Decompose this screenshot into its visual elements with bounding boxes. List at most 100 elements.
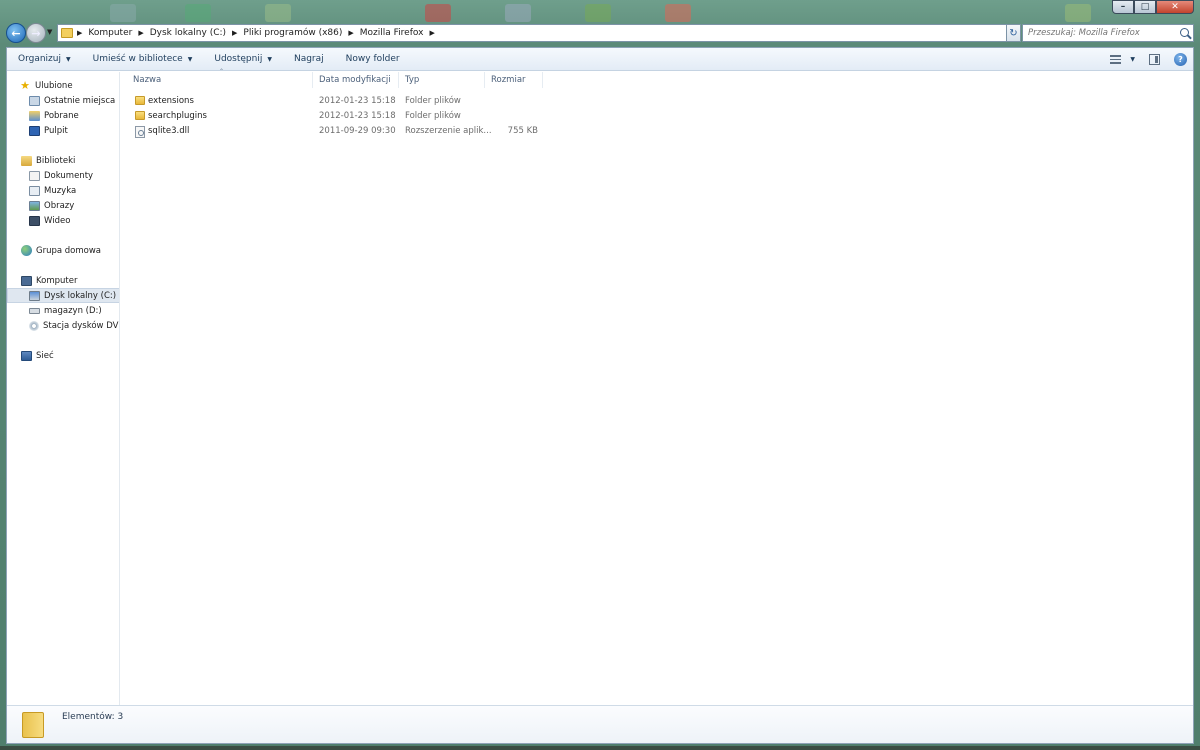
sidebar-item-dvd-drive[interactable]: Stacja dysków DVD R	[7, 318, 119, 333]
desktop-icon-ghost	[665, 4, 691, 22]
sidebar-item-favorites[interactable]: ★ Ulubione	[7, 78, 119, 93]
sidebar-item-label: Wideo	[44, 215, 71, 226]
new-folder-button[interactable]: Nowy folder	[335, 48, 411, 71]
caption-buttons: – □ ✕	[1112, 0, 1194, 14]
view-controls: ▼ ?	[1110, 48, 1193, 71]
sidebar-item-desktop[interactable]: Pulpit	[7, 123, 119, 138]
file-row[interactable]: extensions 2012-01-23 15:18 Folder plikó…	[127, 94, 547, 109]
desktop-icon-ghost	[425, 4, 451, 22]
help-icon[interactable]: ?	[1174, 53, 1187, 66]
column-header-type[interactable]: Typ	[399, 72, 485, 88]
sidebar-item-label: Dysk lokalny (C:)	[44, 290, 117, 301]
sidebar-item-label: Obrazy	[44, 200, 75, 211]
address-bar[interactable]: ▶ Komputer ▶ Dysk lokalny (C:) ▶ Pliki p…	[57, 24, 1020, 42]
recent-places-icon	[29, 95, 40, 106]
file-size: 755 KB	[507, 126, 538, 136]
file-row[interactable]: sqlite3.dll 2011-09-29 09:30 Rozszerzeni…	[127, 124, 547, 139]
breadcrumb-separator[interactable]: ▶	[348, 29, 353, 37]
client-area: Organizuj ▼ Umieść w bibliotece ▼ Udostępn…	[6, 47, 1194, 744]
music-icon	[29, 185, 40, 196]
sidebar-item-music[interactable]: Muzyka	[7, 183, 119, 198]
sidebar-item-computer[interactable]: Komputer	[7, 273, 119, 288]
navigation-pane: ★ Ulubione Ostatnie miejsca Pobrane Pulp…	[7, 72, 120, 707]
folder-icon	[61, 28, 73, 38]
forward-button[interactable]: →	[26, 23, 46, 43]
file-row[interactable]: searchplugins 2012-01-23 15:18 Folder pl…	[127, 109, 547, 124]
chevron-down-icon: ▼	[187, 55, 193, 63]
sidebar-item-recent-places[interactable]: Ostatnie miejsca	[7, 93, 119, 108]
breadcrumb-separator[interactable]: ▶	[77, 29, 82, 37]
sidebar-item-label: Grupa domowa	[36, 245, 102, 256]
navigation-bar: ← → ▼ ▶ Komputer ▶ Dysk lokalny (C:) ▶ P…	[6, 22, 1194, 44]
recent-pages-button[interactable]: ▼	[47, 28, 52, 36]
breadcrumb-separator[interactable]: ▶	[138, 29, 143, 37]
sidebar-item-label: Biblioteki	[36, 155, 76, 166]
views-icon[interactable]	[1110, 55, 1122, 64]
breadcrumb-separator[interactable]: ▶	[232, 29, 237, 37]
arrow-right-icon: →	[31, 26, 41, 40]
desktop-icon	[29, 125, 40, 136]
sidebar-item-drive-c[interactable]: Dysk lokalny (C:)	[7, 288, 119, 303]
sidebar-item-libraries[interactable]: Biblioteki	[7, 153, 119, 168]
breadcrumb-separator[interactable]: ▶	[429, 29, 434, 37]
sidebar-item-downloads[interactable]: Pobrane	[7, 108, 119, 123]
sidebar-item-pictures[interactable]: Obrazy	[7, 198, 119, 213]
maximize-button[interactable]: □	[1134, 0, 1156, 14]
column-header-date[interactable]: Data modyfikacji	[313, 72, 399, 88]
sidebar-item-videos[interactable]: Wideo	[7, 213, 119, 228]
new-folder-label: Nowy folder	[345, 54, 400, 64]
file-date: 2012-01-23 15:18	[319, 111, 396, 121]
sidebar-item-label: Pulpit	[44, 125, 68, 136]
breadcrumb-item[interactable]: Komputer	[88, 28, 132, 38]
share-label: Udostępnij	[214, 54, 263, 64]
burn-label: Nagraj	[293, 54, 324, 64]
search-input[interactable]	[1028, 26, 1176, 40]
preview-pane-icon[interactable]	[1149, 54, 1160, 65]
sidebar-item-label: Komputer	[36, 275, 78, 286]
file-name: extensions	[148, 96, 194, 106]
desktop-icon-ghost	[585, 4, 611, 22]
file-name: sqlite3.dll	[148, 126, 190, 136]
column-header-name[interactable]: Nazwa	[127, 72, 313, 88]
command-bar: Organizuj ▼ Umieść w bibliotece ▼ Udostępn…	[7, 48, 1193, 71]
videos-icon	[29, 215, 40, 226]
documents-icon	[29, 170, 40, 181]
details-pane: Elementów: 3	[7, 705, 1193, 743]
desktop-icon-ghost	[185, 4, 211, 22]
include-in-library-label: Umieść w bibliotece	[92, 54, 183, 64]
network-icon	[21, 350, 32, 361]
desktop-icon-ghost	[265, 4, 291, 22]
sidebar-item-documents[interactable]: Dokumenty	[7, 168, 119, 183]
sidebar-item-label: Ulubione	[35, 80, 73, 91]
sidebar-item-homegroup[interactable]: Grupa domowa	[7, 243, 119, 258]
breadcrumb-item[interactable]: Dysk lokalny (C:)	[150, 28, 226, 38]
desktop-icon-ghost	[110, 4, 136, 22]
refresh-icon: ↻	[1009, 27, 1018, 39]
breadcrumb-item[interactable]: Mozilla Firefox	[360, 28, 424, 38]
desktop-icon-ghost	[1065, 4, 1091, 22]
dvd-drive-icon	[29, 320, 39, 331]
back-button[interactable]: ←	[6, 23, 26, 43]
chevron-down-icon[interactable]: ▼	[1130, 56, 1135, 63]
sidebar-item-label: Ostatnie miejsca	[44, 95, 116, 106]
sidebar-item-label: Muzyka	[44, 185, 77, 196]
desktop-icon-ghost	[505, 4, 531, 22]
breadcrumb-item[interactable]: Pliki programów (x86)	[243, 28, 342, 38]
organize-button[interactable]: Organizuj ▼	[7, 48, 82, 71]
sidebar-item-drive-d[interactable]: magazyn (D:)	[7, 303, 119, 318]
close-button[interactable]: ✕	[1156, 0, 1194, 14]
library-icon	[21, 155, 32, 166]
include-in-library-button[interactable]: Umieść w bibliotece ▼	[82, 48, 204, 71]
star-icon: ★	[20, 78, 30, 92]
minimize-button[interactable]: –	[1112, 0, 1134, 14]
computer-icon	[21, 275, 32, 286]
sidebar-item-label: Sieć	[36, 350, 54, 361]
sidebar-item-network[interactable]: Sieć	[7, 348, 119, 363]
breadcrumb: Komputer ▶ Dysk lokalny (C:) ▶ Pliki pro…	[88, 28, 440, 38]
search-icon[interactable]	[1180, 28, 1189, 37]
share-button[interactable]: Udostępnij ▼	[203, 48, 283, 71]
column-header-size[interactable]: Rozmiar	[485, 72, 543, 88]
burn-button[interactable]: Nagraj	[283, 48, 335, 71]
refresh-button[interactable]: ↻	[1006, 24, 1021, 42]
pictures-icon	[29, 200, 40, 211]
